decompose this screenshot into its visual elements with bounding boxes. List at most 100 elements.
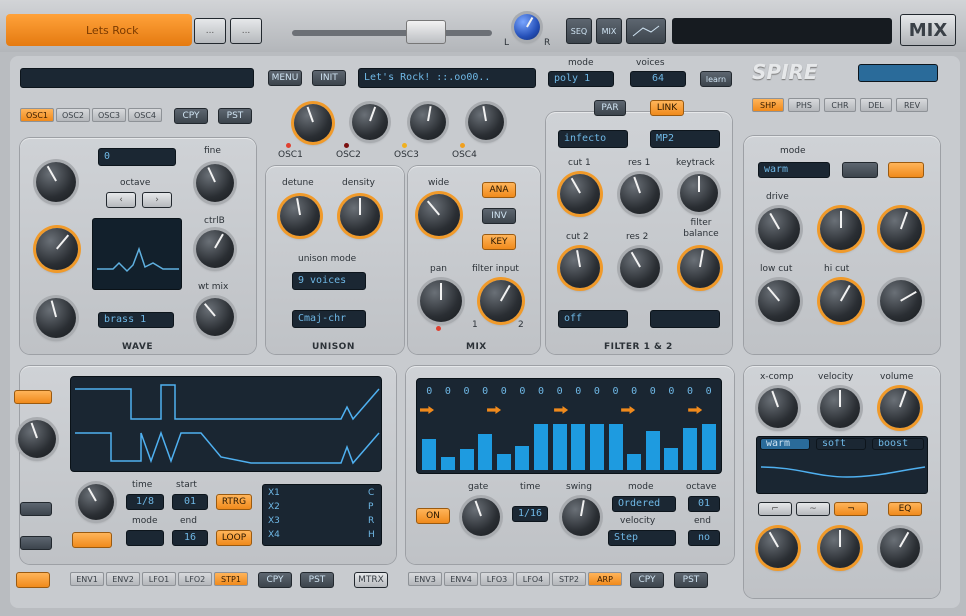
low-cut-knob[interactable] bbox=[758, 280, 800, 322]
arp-on-button[interactable]: ON bbox=[416, 508, 450, 524]
tab-stp1[interactable]: STP1 bbox=[214, 572, 248, 586]
osc-paste-button[interactable]: PST bbox=[218, 108, 252, 124]
master-volume-knob[interactable] bbox=[514, 14, 540, 40]
fine-knob[interactable] bbox=[196, 164, 234, 202]
env-side-knob[interactable] bbox=[18, 420, 56, 458]
tab-arp[interactable]: ARP bbox=[588, 572, 622, 586]
env-mode-display[interactable] bbox=[126, 530, 164, 546]
arp-bar[interactable] bbox=[664, 448, 679, 470]
arp-bar[interactable] bbox=[496, 454, 511, 470]
filter-routing-display[interactable]: off bbox=[558, 310, 628, 328]
arp-bar[interactable] bbox=[478, 434, 493, 470]
x-comp-knob[interactable] bbox=[758, 388, 798, 428]
arp-step-value[interactable]: 0 bbox=[590, 386, 604, 398]
preset-name-bar[interactable]: Lets Rock bbox=[6, 14, 192, 46]
env-end-display[interactable]: 16 bbox=[172, 530, 208, 546]
env-time-display[interactable]: 1/8 bbox=[126, 494, 164, 510]
wave-display[interactable]: brass 1 bbox=[98, 312, 174, 328]
eq-shape-1[interactable]: ⌐ bbox=[758, 502, 792, 516]
tab-osc4[interactable]: OSC4 bbox=[128, 108, 162, 122]
arp-bar[interactable] bbox=[422, 439, 437, 470]
wt-mix-knob[interactable] bbox=[196, 298, 234, 336]
arp-bar[interactable] bbox=[459, 449, 474, 470]
gate-knob[interactable] bbox=[462, 498, 500, 536]
tab-lfo1[interactable]: LFO1 bbox=[142, 572, 176, 586]
arp-step-value[interactable]: 0 bbox=[646, 386, 660, 398]
keytrack-knob[interactable] bbox=[680, 174, 718, 212]
octave-down-button[interactable]: ‹ bbox=[106, 192, 136, 208]
patch-name-display[interactable]: Let's Rock! ::.oo00.. bbox=[358, 68, 536, 88]
density-knob[interactable] bbox=[340, 196, 380, 236]
hi-cut-knob[interactable] bbox=[820, 280, 862, 322]
mod-paste-button[interactable]: PST bbox=[300, 572, 334, 588]
arp-end-display[interactable]: no bbox=[688, 530, 720, 546]
fx-param6-knob[interactable] bbox=[880, 280, 922, 322]
tab-env4[interactable]: ENV4 bbox=[444, 572, 478, 586]
tab-fx-phs[interactable]: PHS bbox=[788, 98, 820, 112]
ana-button[interactable]: ANA bbox=[482, 182, 516, 198]
env-amount-knob[interactable] bbox=[78, 484, 114, 520]
cut2-knob[interactable] bbox=[560, 248, 600, 288]
arp-bar[interactable] bbox=[701, 424, 716, 470]
velocity-knob[interactable] bbox=[820, 388, 860, 428]
filter-input-knob[interactable] bbox=[480, 280, 522, 322]
filter2-type-display[interactable]: MP2 bbox=[650, 130, 720, 148]
env-side-button-3[interactable] bbox=[20, 536, 52, 550]
osc3-level-knob[interactable] bbox=[410, 104, 446, 140]
arp-octave-display[interactable]: 01 bbox=[688, 496, 720, 512]
arp-bar[interactable] bbox=[515, 446, 530, 470]
ctrl-a-knob[interactable] bbox=[36, 228, 78, 270]
osc1-level-knob[interactable] bbox=[294, 104, 332, 142]
env-side-button-2[interactable] bbox=[20, 502, 52, 516]
tab-lfo3[interactable]: LFO3 bbox=[480, 572, 514, 586]
arp-step-value[interactable]: 0 bbox=[441, 386, 455, 398]
osc4-level-knob[interactable] bbox=[468, 104, 504, 140]
filter-mode-display[interactable] bbox=[650, 310, 720, 328]
voices-display[interactable]: 64 bbox=[630, 71, 686, 87]
arp-bar[interactable] bbox=[683, 428, 698, 470]
ctrlb-knob[interactable] bbox=[196, 230, 234, 268]
octave-up-button[interactable]: › bbox=[142, 192, 172, 208]
arp-bar[interactable] bbox=[627, 454, 642, 470]
eq-soft-button[interactable]: soft bbox=[816, 438, 866, 450]
seq-button[interactable]: SEQ bbox=[566, 18, 592, 44]
res1-knob[interactable] bbox=[620, 174, 660, 214]
osc-wave-knob[interactable] bbox=[36, 162, 76, 202]
eq-level-knob[interactable] bbox=[880, 528, 920, 568]
osc-copy-button[interactable]: CPY bbox=[174, 108, 208, 124]
filter1-type-display[interactable]: infecto bbox=[558, 130, 628, 148]
fx-mode-display[interactable]: warm bbox=[758, 162, 830, 178]
mix-button[interactable]: MIX bbox=[596, 18, 622, 44]
tab-fx-chr[interactable]: CHR bbox=[824, 98, 856, 112]
arp-step-value[interactable]: 0 bbox=[702, 386, 716, 398]
filter-balance-knob[interactable] bbox=[680, 248, 720, 288]
arp-bar[interactable] bbox=[552, 424, 567, 470]
arp-bar[interactable] bbox=[571, 424, 586, 470]
osc-octave-display[interactable]: 0 bbox=[98, 148, 176, 166]
eq-q-knob[interactable] bbox=[820, 528, 860, 568]
tab-fx-rev[interactable]: REV bbox=[896, 98, 928, 112]
eq-warm-button[interactable]: warm bbox=[760, 438, 810, 450]
next-preset-button[interactable]: ... bbox=[230, 18, 262, 44]
key-button[interactable]: KEY bbox=[482, 234, 516, 250]
bank-display[interactable] bbox=[20, 68, 254, 88]
swing-knob[interactable] bbox=[562, 498, 600, 536]
prev-preset-button[interactable]: ... bbox=[194, 18, 226, 44]
menu-button[interactable]: MENU bbox=[268, 70, 302, 86]
drive-knob[interactable] bbox=[758, 208, 800, 250]
par-button[interactable]: PAR bbox=[594, 100, 626, 116]
arp-step-value[interactable]: 0 bbox=[571, 386, 585, 398]
env-mode-button[interactable] bbox=[72, 532, 112, 548]
eq-shape-3[interactable]: ¬ bbox=[834, 502, 868, 516]
mod-copy-button[interactable]: CPY bbox=[258, 572, 292, 588]
arp-step-value[interactable]: 0 bbox=[478, 386, 492, 398]
arp-mode-display[interactable]: Ordered bbox=[612, 496, 676, 512]
inv-button[interactable]: INV bbox=[482, 208, 516, 224]
detune-knob[interactable] bbox=[280, 196, 320, 236]
rtrg-button[interactable]: RTRG bbox=[216, 494, 252, 510]
eq-freq-knob[interactable] bbox=[758, 528, 798, 568]
eq-boost-button[interactable]: boost bbox=[872, 438, 924, 450]
arp-step-value[interactable]: 0 bbox=[422, 386, 436, 398]
fx-btn-b[interactable] bbox=[888, 162, 924, 178]
env-side-button-1[interactable] bbox=[14, 390, 52, 404]
